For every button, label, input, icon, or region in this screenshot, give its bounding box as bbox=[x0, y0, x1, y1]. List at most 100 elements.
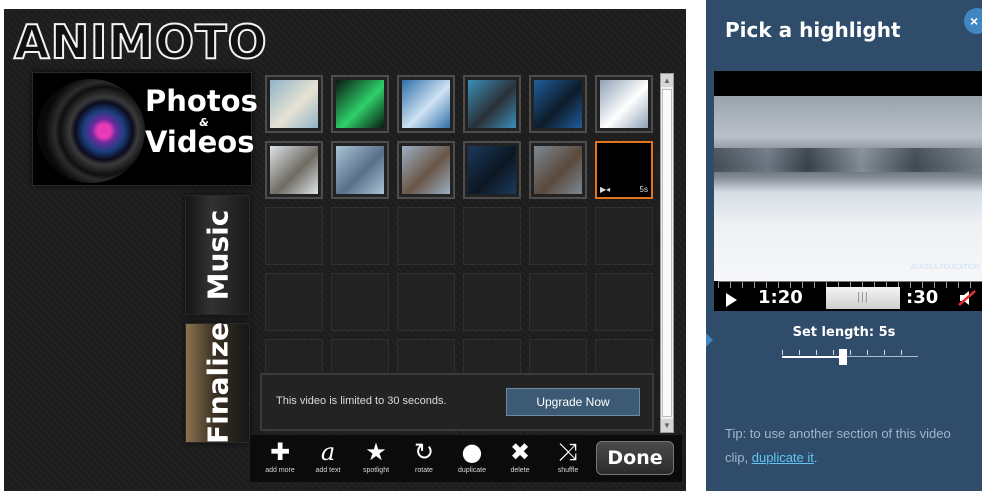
slider-fill bbox=[782, 356, 844, 358]
empty-slot[interactable] bbox=[463, 273, 521, 331]
video-camera-sound-icon: ▶◂ bbox=[600, 185, 611, 194]
start-time: 1:20 bbox=[758, 287, 803, 308]
shuffle-button[interactable]: ⤨ shuffle bbox=[543, 439, 593, 479]
thumbnail-image bbox=[600, 80, 648, 128]
limit-notice: This video is limited to 30 seconds. Upg… bbox=[260, 373, 654, 431]
empty-slot[interactable] bbox=[265, 207, 323, 265]
thumbnail-image bbox=[468, 80, 516, 128]
thumbnail-image bbox=[336, 146, 384, 194]
delete-label: delete bbox=[510, 467, 530, 474]
photo-thumbnail-aurora[interactable] bbox=[331, 75, 389, 133]
range-grip-icon: ||| bbox=[857, 291, 869, 303]
photo-thumbnail-whale-jump[interactable] bbox=[529, 75, 587, 133]
spotlight-button[interactable]: ★ spotlight bbox=[351, 439, 401, 479]
empty-slot[interactable] bbox=[265, 273, 323, 331]
videos-label: Videos bbox=[145, 125, 255, 159]
scroll-down-arrow-icon[interactable]: ▼ bbox=[661, 419, 673, 432]
thumbnail-image bbox=[534, 80, 582, 128]
video-badge: ▶◂ 5s bbox=[600, 184, 648, 194]
duplicate-button[interactable]: ● duplicate bbox=[447, 439, 497, 479]
photo-thumbnail-walrus[interactable] bbox=[529, 141, 587, 199]
thumbnail-image bbox=[534, 146, 582, 194]
logo-text: animoto bbox=[13, 15, 268, 69]
play-icon[interactable] bbox=[726, 293, 737, 307]
rotate-button[interactable]: ↻ rotate bbox=[399, 439, 449, 479]
empty-slot[interactable] bbox=[529, 207, 587, 265]
delete-icon: ✖ bbox=[509, 438, 531, 466]
duplicate-it-link[interactable]: duplicate it bbox=[752, 450, 814, 465]
mountain-ridge bbox=[714, 148, 982, 172]
photo-thumbnail-whale-breach[interactable] bbox=[397, 75, 455, 133]
photo-thumbnail-snowfield-sled[interactable] bbox=[265, 141, 323, 199]
thumbnail-image bbox=[336, 80, 384, 128]
empty-slot[interactable] bbox=[595, 273, 653, 331]
photos-label: Photos bbox=[145, 84, 258, 118]
video-thumbnail-selected[interactable]: ▶◂ 5s bbox=[595, 141, 653, 199]
thumbnail-image bbox=[402, 80, 450, 128]
add-more-button[interactable]: ✚ add more bbox=[255, 439, 305, 479]
rotate-label: rotate bbox=[415, 467, 433, 474]
thumbnail-image bbox=[402, 146, 450, 194]
player-controls: 1:20 ||| :30 bbox=[714, 281, 982, 311]
camera-lens-image bbox=[37, 79, 145, 183]
rotate-icon: ↻ bbox=[413, 438, 435, 466]
add-text-button[interactable]: a add text bbox=[303, 439, 353, 479]
scroll-up-arrow-icon[interactable]: ▲ bbox=[661, 74, 673, 87]
tip-text: Tip: to use another section of this vide… bbox=[725, 422, 975, 470]
tab-finalize[interactable]: Finalize bbox=[185, 322, 250, 444]
video-player: ALASKA EDUCATION 1:20 ||| :30 bbox=[714, 71, 982, 311]
duplicate-icon: ● bbox=[461, 438, 483, 466]
tab-music[interactable]: Music bbox=[185, 195, 250, 315]
limit-notice-text: This video is limited to 30 seconds. bbox=[276, 395, 447, 407]
video-duration: 5s bbox=[639, 185, 648, 194]
empty-slot[interactable] bbox=[463, 207, 521, 265]
photo-thumbnail-sea-lions[interactable] bbox=[463, 75, 521, 133]
done-button[interactable]: Done bbox=[596, 441, 674, 475]
end-time: :30 bbox=[906, 287, 939, 308]
set-length-label: Set length: 5s bbox=[792, 325, 896, 340]
video-preview: ALASKA EDUCATION bbox=[714, 96, 982, 281]
photo-thumbnail-whale-tail[interactable] bbox=[463, 141, 521, 199]
spotlight-label: spotlight bbox=[362, 467, 390, 474]
spotlight-icon: ★ bbox=[365, 438, 387, 466]
add-text-icon: a bbox=[320, 438, 336, 466]
grid-scrollbar[interactable]: ▲ ▼ bbox=[660, 73, 674, 433]
photo-thumbnail-ice-closeup[interactable] bbox=[331, 141, 389, 199]
mute-icon[interactable] bbox=[958, 290, 976, 306]
photo-thumbnail-walrus-herd[interactable] bbox=[397, 141, 455, 199]
empty-slot[interactable] bbox=[331, 207, 389, 265]
empty-slot[interactable] bbox=[529, 273, 587, 331]
animoto-editor: animoto Photos & Videos Music Finalize ▶… bbox=[4, 9, 686, 491]
close-icon[interactable]: × bbox=[964, 8, 982, 34]
thumbnail-image bbox=[270, 146, 318, 194]
add-text-label: add text bbox=[315, 467, 341, 474]
slider-thumb[interactable] bbox=[839, 349, 848, 365]
animoto-logo: animoto bbox=[13, 15, 268, 69]
add-more-label: add more bbox=[265, 467, 295, 474]
empty-slot[interactable] bbox=[595, 207, 653, 265]
duplicate-label: duplicate bbox=[457, 467, 487, 474]
thumbnail-image bbox=[468, 146, 516, 194]
tip-suffix: . bbox=[813, 450, 818, 465]
photo-thumbnail-map[interactable] bbox=[265, 75, 323, 133]
photos-videos-label: Photos & Videos bbox=[145, 84, 258, 159]
shuffle-icon: ⤨ bbox=[558, 438, 578, 466]
slider-ticks bbox=[782, 350, 918, 355]
add-more-icon: ✚ bbox=[269, 438, 291, 466]
music-label: Music bbox=[201, 209, 234, 301]
video-watermark: ALASKA EDUCATION bbox=[910, 264, 980, 271]
edit-toolbar: ✚ add more a add text ★ spotlight ↻ rotate ● dupl… bbox=[250, 435, 682, 482]
length-slider[interactable] bbox=[782, 348, 918, 368]
clip-range-handle[interactable]: ||| bbox=[826, 287, 900, 309]
photo-thumbnail-glacier-mountains[interactable] bbox=[595, 75, 653, 133]
empty-slot[interactable] bbox=[331, 273, 389, 331]
scrollbar-thumb[interactable] bbox=[662, 89, 672, 417]
thumbnail-image bbox=[270, 80, 318, 128]
tab-photos-videos[interactable]: Photos & Videos bbox=[32, 72, 258, 186]
empty-slot[interactable] bbox=[397, 273, 455, 331]
panel-title: Pick a highlight bbox=[725, 18, 901, 42]
delete-button[interactable]: ✖ delete bbox=[495, 439, 545, 479]
shuffle-label: shuffle bbox=[557, 467, 579, 474]
upgrade-now-button[interactable]: Upgrade Now bbox=[506, 388, 640, 416]
empty-slot[interactable] bbox=[397, 207, 455, 265]
